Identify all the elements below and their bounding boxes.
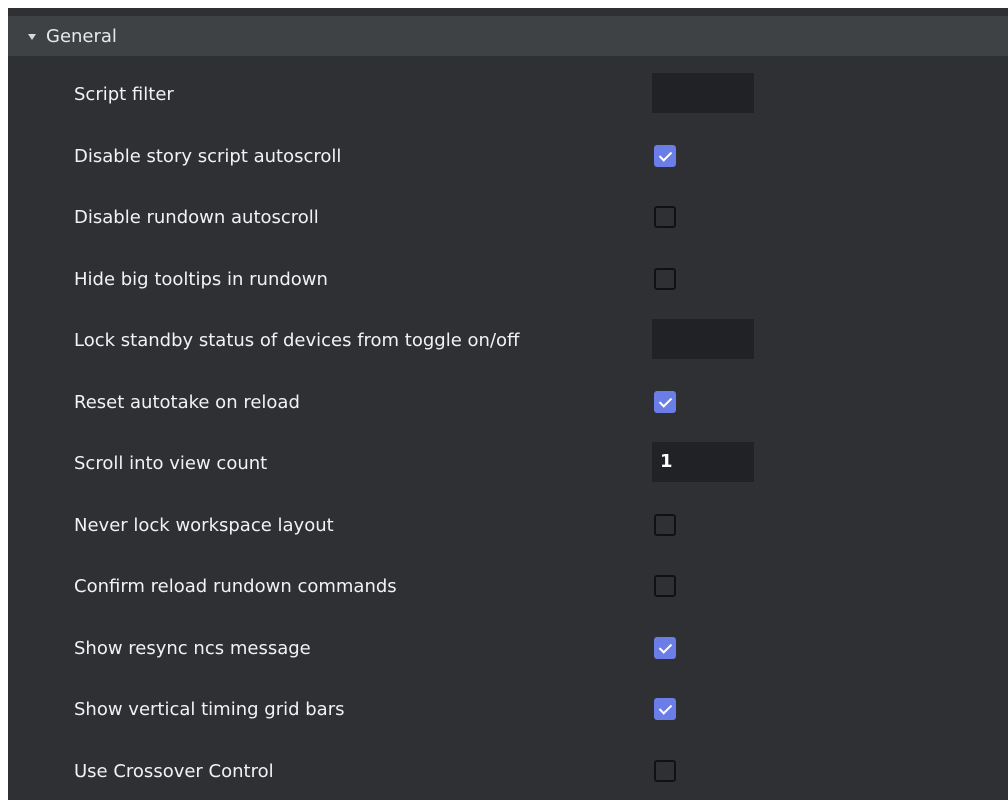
setting-label: Lock standby status of devices from togg…	[74, 330, 520, 351]
setting-checkbox[interactable]	[654, 513, 676, 536]
setting-checkbox[interactable]	[654, 759, 676, 782]
setting-label: Disable story script autoscroll	[74, 145, 342, 167]
setting-label: Disable rundown autoscroll	[74, 207, 319, 228]
setting-label: Use Crossover Control	[74, 760, 274, 782]
setting-row: Confirm reload rundown commands	[8, 556, 1008, 617]
setting-label: Script filter	[74, 84, 174, 105]
setting-checkbox[interactable]	[654, 206, 676, 228]
setting-row: Show resync ncs message	[8, 618, 1008, 679]
setting-text-input[interactable]: 1	[652, 442, 754, 482]
setting-row: Script filter	[8, 64, 1008, 125]
setting-checkbox[interactable]	[654, 575, 676, 597]
triangle-down-icon[interactable]	[28, 34, 36, 40]
setting-label: Confirm reload rundown commands	[74, 576, 397, 597]
setting-label: Show resync ncs message	[74, 637, 311, 659]
setting-row: Use Crossover Control	[8, 741, 1008, 800]
setting-checkbox[interactable]	[654, 390, 676, 413]
setting-row: Lock standby status of devices from togg…	[8, 310, 1008, 371]
setting-row: Disable rundown autoscroll	[8, 187, 1008, 248]
section-title: General	[46, 25, 117, 47]
settings-window: General Script filter Disable story scrip…	[0, 0, 1008, 800]
section-header-general[interactable]: General	[8, 16, 1008, 56]
settings-panel: General Script filter Disable story scrip…	[8, 8, 1008, 800]
setting-checkbox[interactable]	[654, 267, 676, 290]
checkmark-icon	[658, 147, 673, 162]
setting-text-input[interactable]	[652, 73, 754, 113]
checkmark-icon	[658, 701, 673, 715]
setting-label: Reset autotake on reload	[74, 391, 300, 413]
setting-label: Hide big tooltips in rundown	[74, 268, 328, 290]
setting-row: Disable story script autoscroll	[8, 126, 1008, 187]
setting-row: Scroll into view count 1	[8, 433, 1008, 494]
setting-checkbox[interactable]	[654, 144, 676, 167]
setting-label: Scroll into view count	[74, 453, 268, 474]
setting-checkbox[interactable]	[654, 636, 676, 659]
setting-label: Show vertical timing grid bars	[74, 699, 345, 720]
setting-checkbox[interactable]	[654, 698, 676, 720]
checkmark-icon	[658, 639, 673, 654]
setting-row: Hide big tooltips in rundown	[8, 249, 1008, 310]
checkmark-icon	[658, 393, 673, 408]
setting-row: Reset autotake on reload	[8, 372, 1008, 433]
setting-row: Never lock workspace layout	[8, 495, 1008, 556]
setting-text-input[interactable]	[652, 319, 754, 359]
setting-row: Show vertical timing grid bars	[8, 679, 1008, 740]
setting-label: Never lock workspace layout	[74, 514, 334, 536]
